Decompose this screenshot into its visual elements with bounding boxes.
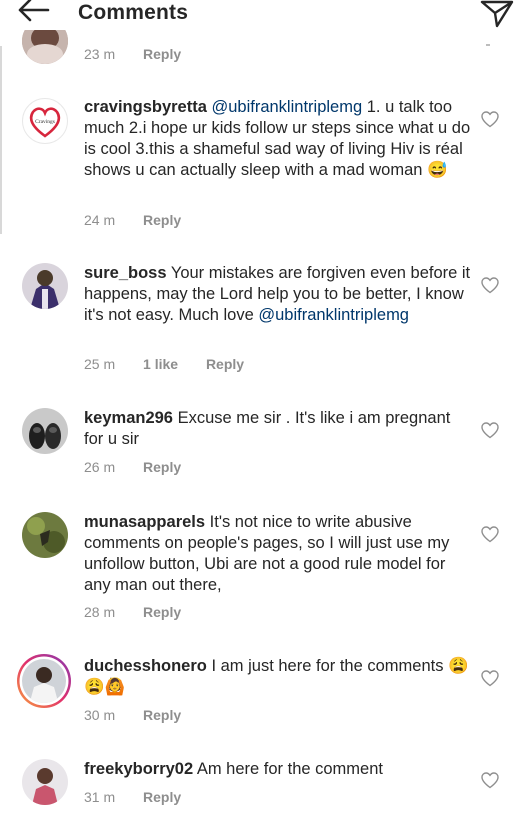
page-title: Comments — [78, 1, 189, 24]
comment-username[interactable]: keyman296 — [84, 409, 173, 427]
like-heart-icon[interactable] — [481, 526, 499, 543]
reply-button[interactable]: Reply — [143, 604, 181, 620]
comment-time: 31 m — [84, 789, 116, 805]
header-bar: Comments — [0, 0, 524, 30]
scroll-indicator — [486, 44, 490, 46]
comment-meta: 28 m Reply — [84, 604, 205, 620]
like-heart-icon[interactable] — [481, 670, 499, 687]
comment-time: 23 m — [84, 46, 116, 62]
comment-username[interactable]: freekyborry02 — [84, 760, 193, 778]
comment-text: freekyborry02 Am here for the comment — [84, 759, 474, 780]
reply-button[interactable]: Reply — [206, 356, 244, 372]
comment-username[interactable]: duchesshonero — [84, 657, 207, 675]
reply-button[interactable]: Reply — [143, 46, 181, 62]
avatar[interactable] — [22, 759, 68, 805]
comment-text: sure_boss Your mistakes are forgiven eve… — [84, 263, 474, 326]
comment-emoji: 😅 — [427, 161, 448, 179]
comment-body: I am just here for the comments — [206, 657, 449, 675]
reply-button[interactable]: Reply — [143, 789, 181, 805]
comment-time: 24 m — [84, 212, 116, 228]
comment-time: 26 m — [84, 459, 116, 475]
left-edge-line — [0, 46, 2, 234]
avatar[interactable]: Cravings — [22, 98, 68, 144]
comment-meta: 30 m Reply — [84, 707, 205, 723]
like-heart-icon[interactable] — [481, 277, 499, 294]
likes-count[interactable]: 1 like — [143, 356, 178, 372]
comment-body: Am here for the comment — [193, 760, 383, 778]
comment-text: cravingsbyretta @ubifranklintriplemg 1. … — [84, 97, 474, 181]
comment-time: 28 m — [84, 604, 116, 620]
comment-mention[interactable]: @ubifranklintriplemg — [211, 98, 362, 116]
comment-meta: 31 m Reply — [84, 789, 205, 805]
comment-time: 25 m — [84, 356, 116, 372]
like-heart-icon[interactable] — [481, 111, 499, 128]
reply-button[interactable]: Reply — [143, 212, 181, 228]
direct-send-icon[interactable] — [478, 0, 516, 28]
comment-text: duchesshonero I am just here for the com… — [84, 656, 474, 698]
back-arrow-icon[interactable] — [8, 0, 52, 28]
like-heart-icon[interactable] — [481, 772, 499, 789]
comment-username[interactable]: sure_boss — [84, 264, 167, 282]
comment-meta: 23 m Reply — [84, 46, 205, 62]
like-heart-icon[interactable] — [481, 422, 499, 439]
comment-username[interactable]: munasapparels — [84, 513, 205, 531]
reply-button[interactable]: Reply — [143, 459, 181, 475]
comment-meta: 26 m Reply — [84, 459, 205, 475]
comment-text: keyman296 Excuse me sir . It's like i am… — [84, 408, 474, 450]
comment-text: munasapparels It's not nice to write abu… — [84, 512, 474, 596]
avatar[interactable] — [22, 512, 68, 558]
comment-meta: 25 m 1 like Reply — [84, 356, 268, 372]
comment-mention[interactable]: @ubifranklintriplemg — [258, 306, 409, 324]
comment-time: 30 m — [84, 707, 116, 723]
comment-meta: 24 m Reply — [84, 212, 205, 228]
avatar[interactable] — [22, 408, 68, 454]
comment-username[interactable]: cravingsbyretta — [84, 98, 207, 116]
svg-text:Cravings: Cravings — [35, 119, 55, 125]
story-ring-avatar[interactable] — [16, 653, 72, 709]
reply-button[interactable]: Reply — [143, 707, 181, 723]
avatar[interactable] — [22, 263, 68, 309]
